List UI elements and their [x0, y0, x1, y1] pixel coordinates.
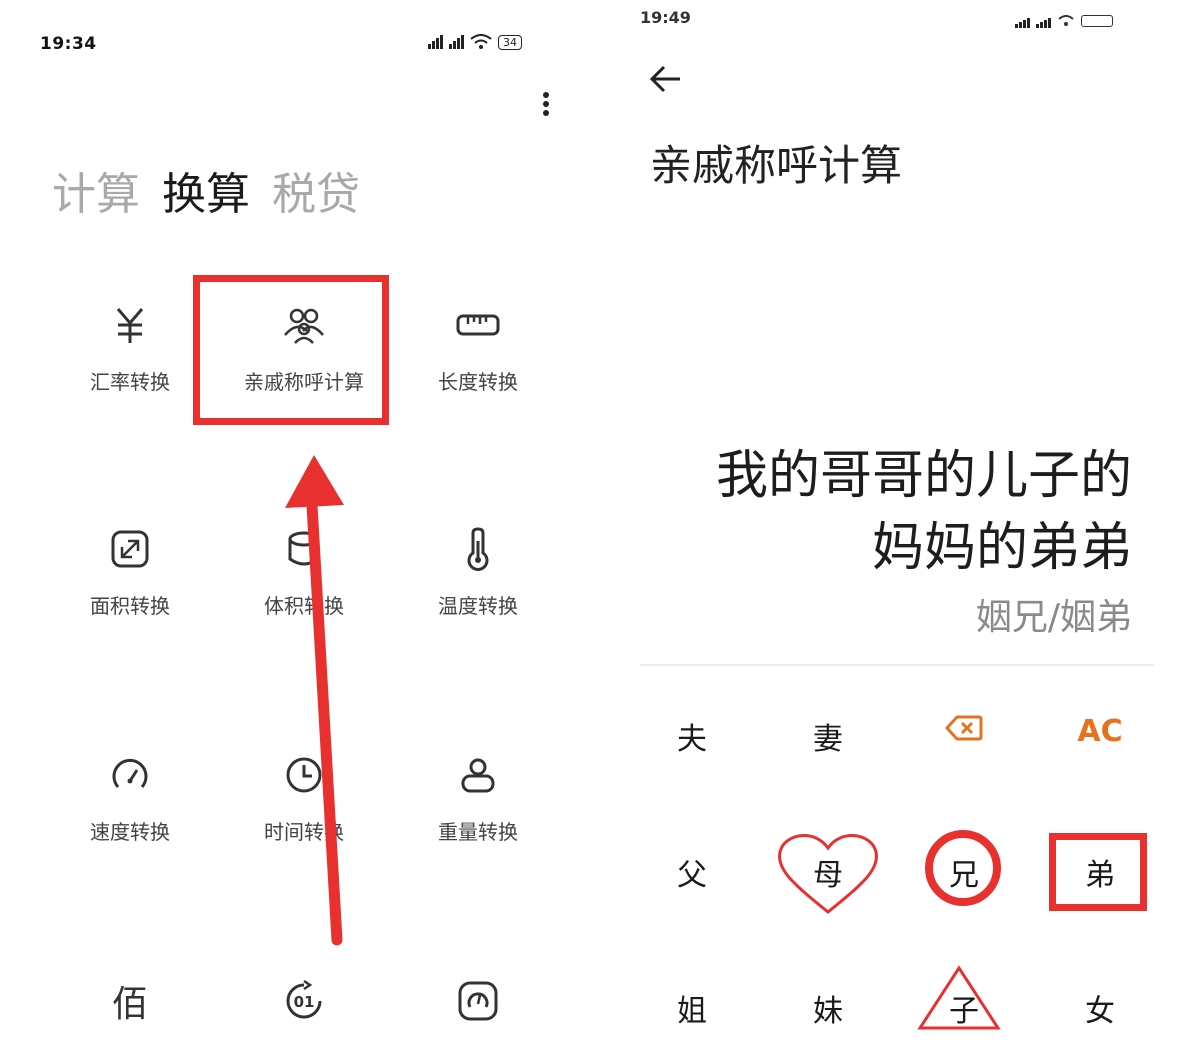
heart-annotation-icon — [778, 834, 878, 914]
square-annotation — [1049, 833, 1147, 911]
triangle-annotation-icon — [917, 965, 1001, 1030]
converter-screen: 19:34 34 计算 换算 税贷 汇率转换 亲戚称呼计算 长度转换 面积转换 体积… — [0, 0, 600, 1044]
annotation-arrow-icon — [285, 455, 344, 946]
circle-annotation-icon — [925, 830, 1001, 906]
relative-calculator-screen: 19:49 亲戚称呼计算 我的哥哥的儿子的 妈妈的弟弟 姻兄/姻弟 夫 妻 AC… — [600, 0, 1200, 1044]
